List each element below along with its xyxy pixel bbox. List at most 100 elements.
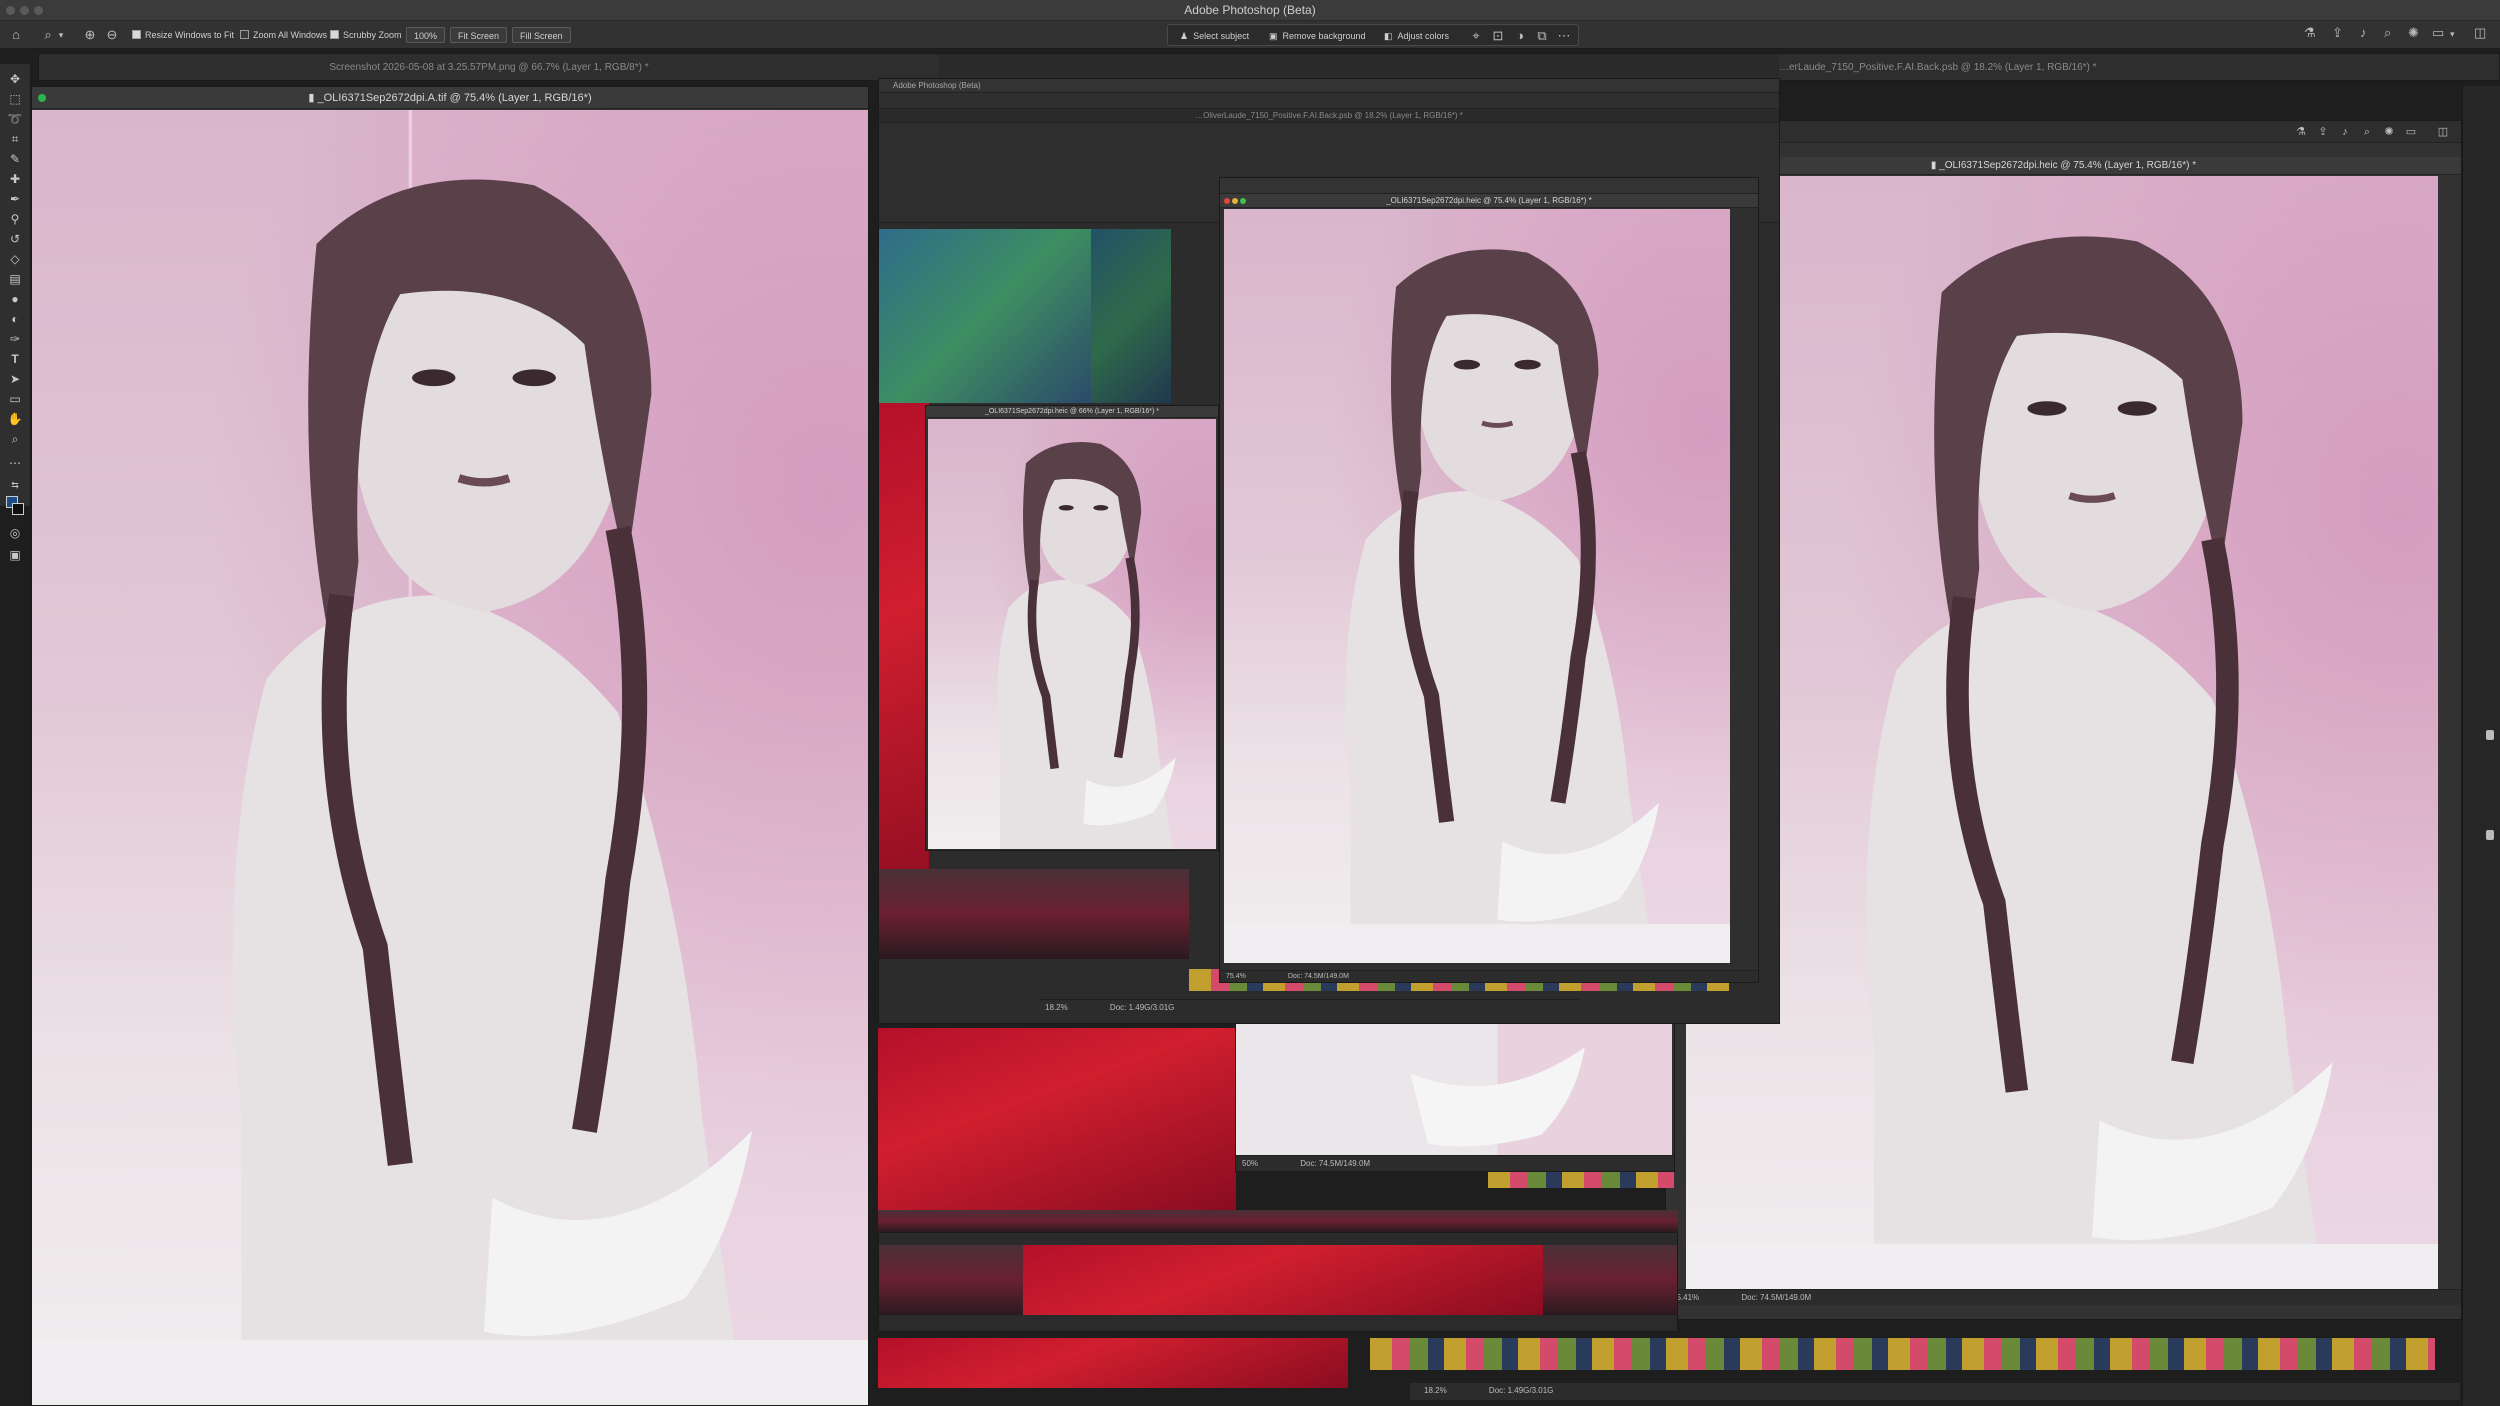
- home-icon[interactable]: ⌂: [8, 27, 24, 43]
- inner-app-title: Adobe Photoshop (Beta): [879, 79, 1779, 93]
- type-tool-icon[interactable]: T: [6, 350, 24, 368]
- chevron-down-icon[interactable]: ▾: [2450, 29, 2455, 40]
- rectangle-tool-icon[interactable]: ▭: [6, 390, 24, 408]
- app-title: Adobe Photoshop (Beta): [1184, 3, 1316, 17]
- window-close-icon[interactable]: [1224, 198, 1230, 204]
- window-title[interactable]: Screenshot 2026-05-08 at 3.25.57PM.png @…: [39, 54, 939, 80]
- crop-tool-icon[interactable]: ⌗: [6, 130, 24, 148]
- search-icon[interactable]: ⌕: [2384, 25, 2391, 41]
- window-minimize-icon[interactable]: [1232, 198, 1238, 204]
- zoom-all-windows-checkbox[interactable]: Zoom All Windows: [240, 27, 327, 43]
- share-icon[interactable]: ⇪: [2316, 124, 2330, 140]
- fit-screen-button[interactable]: Fit Screen: [450, 27, 508, 43]
- hand-tool-icon[interactable]: ✋: [6, 410, 24, 428]
- portrait-image: [997, 419, 1216, 849]
- portrait-image: [1224, 209, 1730, 963]
- marquee-tool-icon[interactable]: ⬚: [6, 90, 24, 108]
- document-window-center: _OLI6371Sep2672dpi.heic @ 75.4% (Layer 1…: [1219, 177, 1759, 983]
- screen-mode-icon[interactable]: ▣: [6, 546, 24, 564]
- window-title[interactable]: _OLI6371Sep2672dpi.heic @ 66% (Layer 1, …: [926, 406, 1218, 418]
- scroll-handle-icon[interactable]: [2486, 730, 2494, 740]
- pen-tool-icon[interactable]: ✑: [6, 330, 24, 348]
- transform-icon[interactable]: ⌖: [1468, 28, 1484, 44]
- mask-icon[interactable]: ⊡: [1490, 28, 1506, 44]
- background-photo-strip: [878, 1210, 1678, 1232]
- dodge-tool-icon[interactable]: ◐: [6, 310, 24, 328]
- workspace-icon[interactable]: ▭: [2432, 25, 2444, 41]
- eyedropper-tool-icon[interactable]: ✎: [6, 150, 24, 168]
- window-zoom-icon[interactable]: [1240, 198, 1246, 204]
- tools-panel: ✥ ⬚ ➰ ⌗ ✎ ✚ ✒ ⚲ ↺ ◇ ▤ ● ◐ ✑ T ➤ ▭ ✋ ⌕ ⋯ …: [0, 64, 31, 562]
- clone-stamp-tool-icon[interactable]: ⚲: [6, 210, 24, 228]
- gradient-tool-icon[interactable]: ▤: [6, 270, 24, 288]
- window-chrome: ⚗ ⇪ ♪ ⌕ ✺ ▭ ◫: [1666, 121, 2461, 143]
- status-bar: 18.2% Doc: 1.49G/3.01G: [1039, 999, 1579, 1015]
- adjustment-icon[interactable]: ◑: [1512, 28, 1528, 44]
- zoom-tool-icon[interactable]: ⌕: [40, 27, 56, 43]
- window-close-icon[interactable]: [38, 94, 46, 102]
- lasso-tool-icon[interactable]: ➰: [6, 110, 24, 128]
- swap-colors-icon[interactable]: ⇆: [6, 476, 24, 494]
- status-bar: 75.4% Doc: 74.5M/149.0M: [1220, 970, 1758, 982]
- blur-tool-icon[interactable]: ●: [6, 290, 24, 308]
- zoom-out-icon[interactable]: ⊖: [104, 27, 120, 43]
- resize-windows-checkbox[interactable]: Resize Windows to Fit: [132, 27, 234, 43]
- image-canvas[interactable]: [1686, 176, 2438, 1302]
- history-brush-tool-icon[interactable]: ↺: [6, 230, 24, 248]
- document-window-screenshot: Adobe Photoshop (Beta) …OliverLaude_7150…: [878, 78, 1780, 1024]
- window-title[interactable]: …erLaude_7150_Positive.F.AI.Back.psb @ 1…: [1779, 54, 2499, 80]
- flask-icon[interactable]: ⚗: [2304, 25, 2316, 41]
- background-photo-nature: [879, 229, 1091, 403]
- panels-icon[interactable]: ◫: [2436, 124, 2450, 140]
- lightbulb-icon[interactable]: ✺: [2382, 124, 2396, 140]
- window-title[interactable]: ▮ _OLI6371Sep2672dpi.A.tif @ 75.4% (Laye…: [32, 87, 868, 109]
- search-icon[interactable]: ⌕: [2360, 124, 2374, 140]
- flask-icon[interactable]: ⚗: [2294, 124, 2308, 140]
- window-title[interactable]: _OLI6371Sep2672dpi.heic @ 75.4% (Layer 1…: [1220, 194, 1758, 208]
- zoom-100-button[interactable]: 100%: [406, 27, 446, 43]
- layer-icon[interactable]: ⧉: [1534, 28, 1550, 44]
- portrait-image: [32, 110, 868, 1405]
- zoom-readout[interactable]: 50%: [1242, 1159, 1258, 1168]
- zoom-tool-icon[interactable]: ⌕: [6, 430, 24, 448]
- doc-size: Doc: 1.49G/3.01G: [1109, 1003, 1175, 1012]
- lightbulb-icon[interactable]: ✺: [2408, 25, 2419, 41]
- eraser-tool-icon[interactable]: ◇: [6, 250, 24, 268]
- share-icon[interactable]: ⇪: [2332, 25, 2343, 41]
- remove-background-button[interactable]: ▣ Remove background: [1269, 28, 1366, 44]
- image-canvas[interactable]: [928, 419, 1216, 849]
- workspace-icon[interactable]: ▭: [2404, 124, 2418, 140]
- move-tool-icon[interactable]: ✥: [6, 70, 24, 88]
- chevron-down-icon[interactable]: ▾: [56, 27, 66, 43]
- select-subject-button[interactable]: ♟ Select subject: [1180, 28, 1249, 44]
- panels-icon[interactable]: ◫: [2474, 25, 2486, 41]
- panel-dock: [2462, 86, 2500, 1406]
- inner-options-bar: [879, 93, 1779, 109]
- spot-healing-tool-icon[interactable]: ✚: [6, 170, 24, 188]
- window-title[interactable]: …OliverLaude_7150_Positive.F.AI.Back.psb…: [879, 109, 1779, 123]
- window-title[interactable]: ▮ _OLI6371Sep2672dpi.heic @ 75.4% (Layer…: [1666, 157, 2461, 175]
- background-color-swatch[interactable]: [12, 503, 24, 515]
- fill-screen-button[interactable]: Fill Screen: [512, 27, 571, 43]
- bell-icon[interactable]: ♪: [2360, 25, 2367, 40]
- quick-mask-icon[interactable]: ◎: [6, 524, 24, 542]
- scrubby-zoom-checkbox[interactable]: Scrubby Zoom: [330, 27, 402, 43]
- app-title-bar: Adobe Photoshop (Beta): [0, 0, 2500, 21]
- document-window-left: ▮ _OLI6371Sep2672dpi.A.tif @ 75.4% (Laye…: [31, 86, 869, 1406]
- more-tools-icon[interactable]: ⋯: [6, 454, 24, 472]
- more-options-icon[interactable]: ⋯: [1556, 28, 1572, 44]
- image-canvas[interactable]: [32, 110, 868, 1405]
- adjust-colors-button[interactable]: ◧ Adjust colors: [1384, 28, 1449, 44]
- image-canvas[interactable]: [1224, 209, 1730, 963]
- zoom-readout[interactable]: 75.4%: [1226, 973, 1246, 980]
- path-selection-tool-icon[interactable]: ➤: [6, 370, 24, 388]
- zoom-readout[interactable]: 18.2%: [1045, 1003, 1068, 1012]
- zoom-in-icon[interactable]: ⊕: [82, 27, 98, 43]
- zoom-readout[interactable]: 18.2%: [1424, 1386, 1447, 1395]
- scroll-handle-icon[interactable]: [2486, 830, 2494, 840]
- bell-icon[interactable]: ♪: [2338, 124, 2352, 140]
- status-bar: 75.41% Doc: 74.5M/149.0M: [1666, 1289, 2461, 1305]
- document-icon: ▮: [308, 92, 318, 104]
- brush-tool-icon[interactable]: ✒: [6, 190, 24, 208]
- image-canvas[interactable]: [1236, 1021, 1672, 1161]
